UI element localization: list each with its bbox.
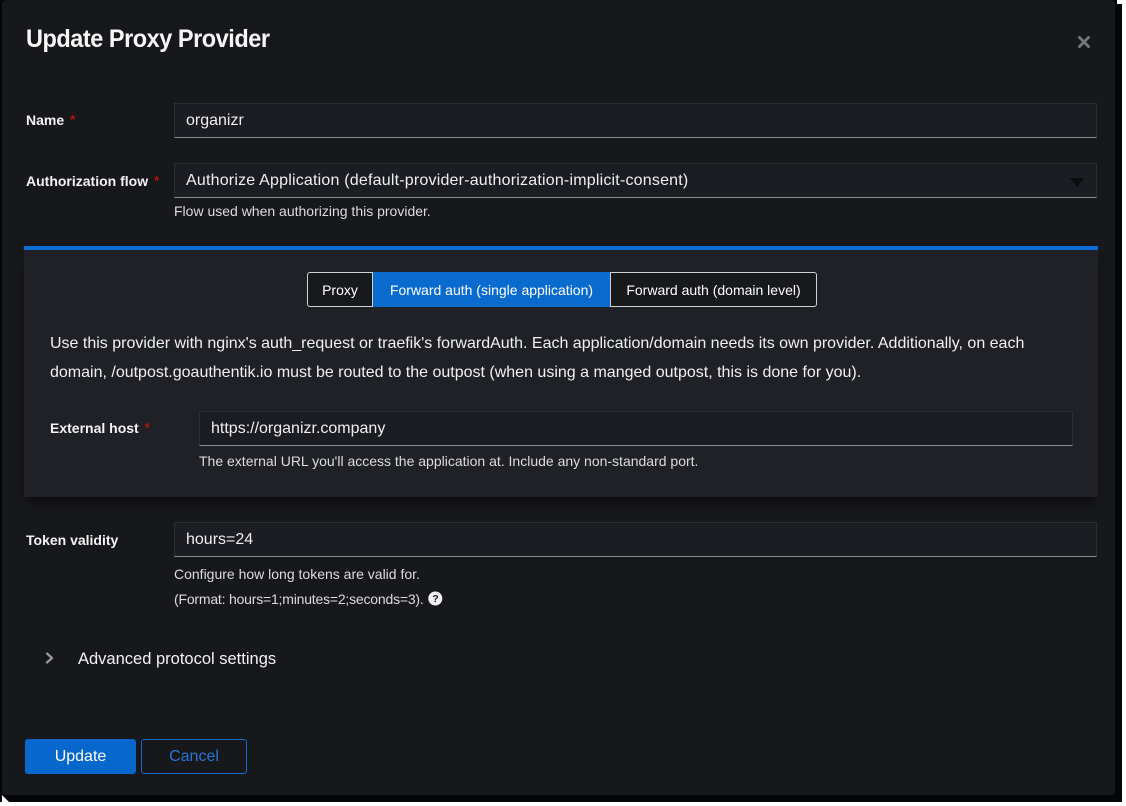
svg-text:?: ? — [432, 593, 438, 605]
